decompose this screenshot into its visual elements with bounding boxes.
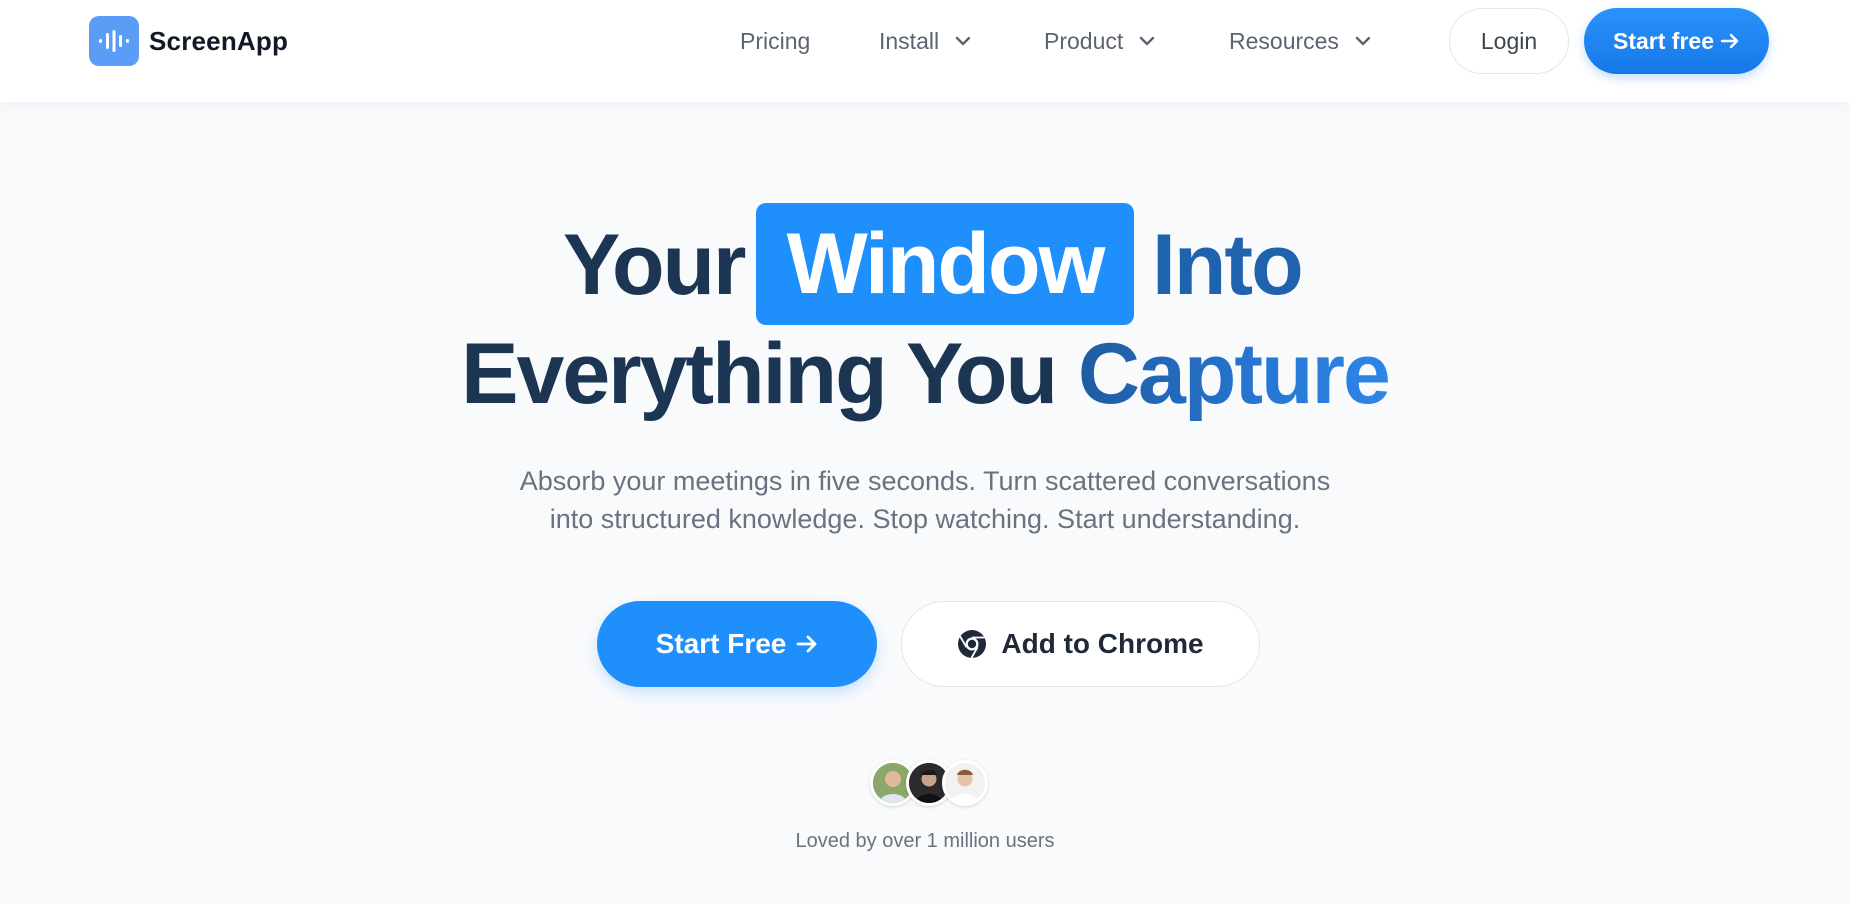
headline-line-1: Your Into xyxy=(0,200,1850,330)
brand-name: ScreenApp xyxy=(149,25,289,56)
subtitle-line-2: into structured knowledge. Stop watching… xyxy=(549,504,1301,534)
arrow-right-icon xyxy=(796,635,818,653)
nav-item-label: Install xyxy=(879,27,940,54)
chevron-down-icon xyxy=(1355,36,1371,46)
social-proof-text: Loved by over 1 million users xyxy=(795,830,1055,852)
chevron-down-icon xyxy=(955,36,971,46)
nav-item-resources[interactable]: Resources xyxy=(1229,24,1371,58)
headline-line-2: Everything You Capture xyxy=(0,325,1850,435)
logo-waveform-icon xyxy=(89,16,139,66)
chevron-down-icon xyxy=(1139,36,1155,46)
site-header: ScreenApp Pricing Install Product Resour… xyxy=(0,0,1850,102)
start-free-button-label: Start Free xyxy=(655,628,787,659)
headline-line2-part2: Capture xyxy=(1077,326,1391,422)
start-free-label: Start free xyxy=(1613,27,1714,54)
logo-link[interactable]: ScreenApp xyxy=(89,16,288,66)
nav-item-pricing[interactable]: Pricing xyxy=(740,24,810,58)
login-label: Login xyxy=(1480,27,1538,54)
add-to-chrome-label: Add to Chrome xyxy=(1001,628,1204,659)
add-to-chrome-button[interactable]: Add to Chrome xyxy=(901,601,1260,687)
start-free-button[interactable]: Start Free xyxy=(597,601,877,687)
nav-item-label: Pricing xyxy=(740,27,811,54)
subtitle-line-1: Absorb your meetings in five seconds. Tu… xyxy=(519,466,1331,496)
nav-item-product[interactable]: Product xyxy=(1044,24,1155,58)
headline-line2-part1: Everything You xyxy=(461,326,1058,422)
nav-item-label: Resources xyxy=(1229,27,1339,54)
chrome-icon xyxy=(957,629,987,659)
nav-item-label: Product xyxy=(1044,27,1124,54)
avatar xyxy=(942,760,988,806)
hero-subtitle: Absorb your meetings in five seconds. Tu… xyxy=(425,462,1425,538)
arrow-right-icon xyxy=(1720,33,1740,49)
headline-word-your: Your xyxy=(563,217,747,313)
headline-word-into: Into xyxy=(1152,217,1304,313)
user-avatars xyxy=(870,760,990,808)
start-free-header-button[interactable]: Start free xyxy=(1584,8,1769,74)
nav-item-install[interactable]: Install xyxy=(879,24,971,58)
login-button[interactable]: Login xyxy=(1449,8,1569,74)
